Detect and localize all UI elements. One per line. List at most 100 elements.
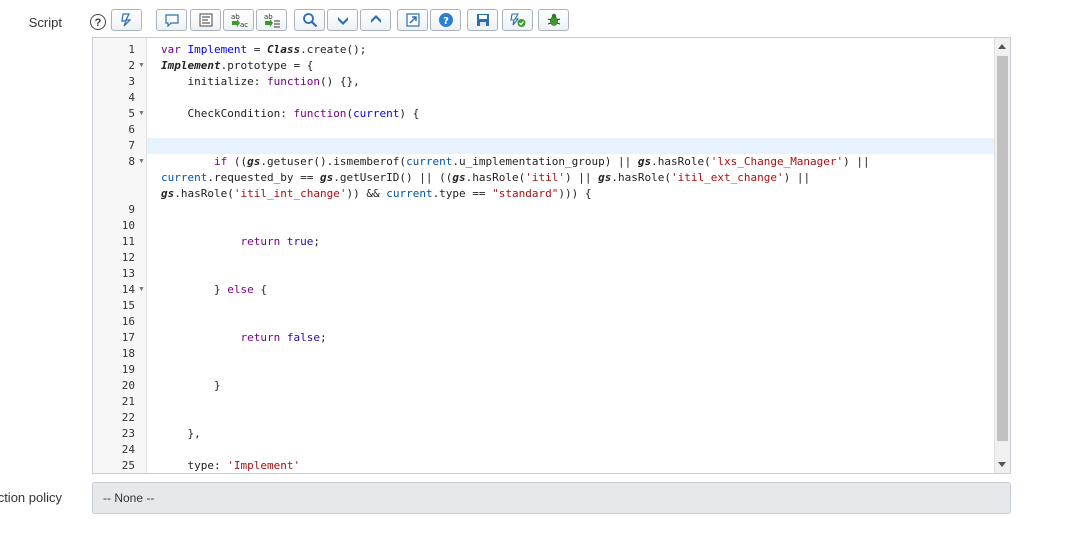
policy-label: ction policy — [0, 490, 62, 505]
code-token: current — [353, 107, 400, 120]
code-token: initialize: — [161, 75, 267, 88]
replace-all-icon: ab — [264, 13, 280, 28]
line-number: 10 — [121, 219, 135, 232]
line-number: 22 — [121, 411, 135, 424]
format-button[interactable] — [190, 9, 221, 31]
line-number: 17 — [121, 331, 135, 344]
code-token: .type == — [432, 187, 493, 200]
line-number: 1 — [128, 43, 135, 56]
code-token: .getuser().ismemberof( — [260, 155, 407, 168]
line-number: 21 — [121, 395, 135, 408]
policy-select[interactable]: -- None -- — [92, 482, 1011, 514]
svg-text:ac: ac — [240, 21, 248, 28]
magnifier-icon — [302, 13, 317, 28]
replace-icon: ab ac — [231, 13, 248, 28]
fold-arrow-icon[interactable]: ▼ — [138, 58, 145, 74]
code-line: } — [161, 378, 221, 394]
active-line-highlight — [147, 138, 995, 154]
code-token: ) || — [565, 171, 599, 184]
line-number: 3 — [128, 75, 135, 88]
help-button[interactable]: ? — [430, 9, 461, 31]
fold-arrow-icon[interactable]: ▼ — [138, 106, 145, 122]
find-next-button[interactable] — [327, 9, 358, 31]
code-line: CheckCondition: function(current) { — [161, 106, 419, 122]
script-label: Script — [28, 15, 62, 30]
fold-arrow-icon[interactable]: ▼ — [138, 154, 145, 170]
code-token: } — [161, 283, 228, 296]
code-token: function — [266, 75, 320, 88]
code-line: current.requested_by == gs.getUserID() |… — [161, 170, 810, 186]
code-line: initialize: function() {}, — [161, 74, 359, 90]
line-number: 24 — [121, 443, 135, 456]
code-token: return — [240, 235, 281, 248]
code-token: .getUserID() || (( — [333, 171, 453, 184]
code-token: )) && — [346, 187, 387, 200]
code-line: }, — [161, 426, 201, 442]
fold-arrow-icon[interactable]: ▼ — [138, 282, 145, 298]
chevron-up-icon — [370, 15, 381, 23]
code-token: }, — [161, 427, 201, 440]
help-icon[interactable]: ? — [90, 14, 106, 30]
debug-button[interactable] — [538, 9, 569, 31]
code-line: return true; — [161, 234, 320, 250]
code-token: gs — [161, 187, 175, 200]
code-line: gs.hasRole('itil_int_change')) && curren… — [161, 186, 592, 202]
expand-icon — [405, 13, 420, 27]
code-token: ; — [313, 235, 320, 248]
code-token: .hasRole( — [174, 187, 234, 200]
save-button[interactable] — [467, 9, 498, 31]
line-number: 4 — [128, 91, 135, 104]
code-token: .u_implementation_group) || — [452, 155, 638, 168]
floppy-icon — [476, 14, 489, 26]
code-token: (( — [227, 155, 248, 168]
code-token: = — [247, 43, 267, 56]
line-number: 9 — [128, 203, 135, 216]
line-number: 16 — [121, 315, 135, 328]
format-lines-icon — [199, 13, 212, 27]
code-token: .hasRole( — [651, 155, 711, 168]
replace-all-button[interactable]: ab — [256, 9, 287, 31]
svg-text:ab: ab — [264, 13, 273, 21]
code-token: 'itil' — [525, 171, 566, 184]
line-number: 25 — [121, 459, 135, 472]
comment-button[interactable] — [156, 9, 187, 31]
code-token: ; — [319, 331, 327, 344]
scroll-thumb[interactable] — [997, 56, 1008, 441]
validate-button[interactable] — [502, 9, 533, 31]
scroll-down-arrow-icon[interactable] — [998, 462, 1006, 467]
line-number: 7 — [128, 139, 135, 152]
code-token: Implement — [187, 43, 248, 56]
script-editor[interactable]: 1 2 ▼ 3 4 5 ▼ 6 7 8 ▼ 9 10 11 12 13 14 ▼ 15 16 17 18 19 20 21 22 2… — [92, 37, 1011, 474]
code-token: var — [161, 43, 188, 56]
fullscreen-button[interactable] — [397, 9, 428, 31]
line-number: 6 — [128, 123, 135, 136]
line-number: 8 — [128, 155, 135, 168]
bug-icon — [547, 13, 560, 26]
line-number: 19 — [121, 363, 135, 376]
code-token: Implement — [161, 59, 221, 72]
toggle-syntax-button[interactable] — [111, 9, 142, 31]
code-line: var Implement = Class.create(); — [161, 42, 366, 58]
code-token: ) { — [399, 107, 420, 120]
line-number: 2 — [128, 59, 135, 72]
find-previous-button[interactable] — [360, 9, 391, 31]
speech-bubble-icon — [164, 14, 179, 28]
search-button[interactable] — [294, 9, 325, 31]
line-number: 13 — [121, 267, 135, 280]
editor-scrollbar[interactable] — [994, 38, 1010, 473]
line-number: 14 — [121, 283, 135, 296]
code-token: 'itil_int_change' — [233, 187, 347, 200]
code-line: return false; — [161, 330, 327, 346]
code-token: if — [213, 155, 228, 168]
replace-button[interactable]: ab ac — [223, 9, 254, 31]
code-token: Class — [266, 43, 301, 56]
code-token: gs — [247, 155, 261, 168]
code-token: .prototype = { — [220, 59, 314, 72]
code-line: Implement.prototype = { — [161, 58, 313, 74]
scroll-up-arrow-icon[interactable] — [998, 44, 1006, 49]
code-line: } else { — [161, 282, 267, 298]
